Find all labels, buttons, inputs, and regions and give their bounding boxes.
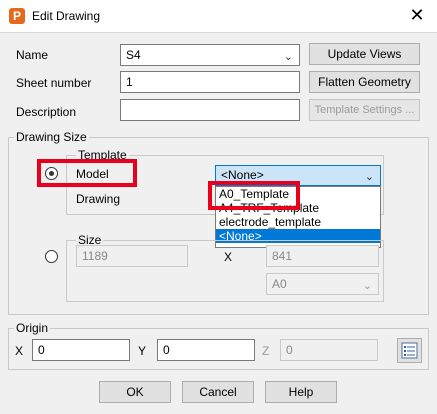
close-icon[interactable]: ✕	[403, 4, 431, 28]
size-x-label: X	[224, 250, 233, 264]
help-button[interactable]: Help	[265, 381, 337, 403]
drawing-size-label: Drawing Size	[14, 130, 89, 144]
list-icon[interactable]	[397, 338, 422, 363]
drawing-label: Drawing	[76, 192, 121, 206]
name-value: S4	[126, 48, 141, 62]
size-width-input[interactable]: 1189	[76, 245, 188, 267]
description-label: Description	[16, 105, 77, 119]
description-input[interactable]	[120, 99, 300, 121]
origin-y-input[interactable]: 0	[157, 339, 255, 361]
size-height-input[interactable]: 841	[266, 245, 379, 267]
sheet-number-input[interactable]: 1	[120, 71, 300, 93]
template-option-electrode[interactable]: electrode_template	[216, 215, 380, 229]
model-label: Model	[76, 167, 109, 181]
update-views-button[interactable]: Update Views	[309, 43, 420, 65]
app-logo-icon: P	[9, 8, 25, 24]
origin-z-label: Z	[262, 344, 270, 358]
sheet-number-label: Sheet number	[16, 76, 92, 90]
template-settings-button[interactable]: Template Settings ...	[309, 99, 420, 121]
origin-y-label: Y	[138, 344, 147, 358]
chevron-down-icon[interactable]: ⌄	[363, 276, 372, 296]
paper-size-combobox[interactable]: A0 ⌄	[266, 273, 379, 295]
size-radio[interactable]	[45, 250, 58, 263]
window-title: Edit Drawing	[32, 9, 101, 23]
flatten-geometry-button[interactable]: Flatten Geometry	[309, 71, 420, 93]
cancel-button[interactable]: Cancel	[182, 381, 254, 403]
template-selected-value: <None>	[221, 168, 264, 182]
ok-button[interactable]: OK	[99, 381, 171, 403]
chevron-down-icon[interactable]: ⌄	[365, 168, 374, 187]
origin-label: Origin	[14, 321, 51, 335]
origin-z-input[interactable]: 0	[280, 339, 378, 361]
origin-x-label: X	[15, 344, 24, 358]
name-label: Name	[16, 48, 49, 62]
name-combobox[interactable]: S4 ⌄	[120, 44, 300, 66]
origin-x-input[interactable]: 0	[32, 339, 130, 361]
list-icon-graphic	[401, 342, 418, 359]
highlight-box-a0-template	[208, 181, 300, 210]
chevron-down-icon[interactable]: ⌄	[284, 47, 293, 67]
paper-size-value: A0	[272, 277, 287, 291]
